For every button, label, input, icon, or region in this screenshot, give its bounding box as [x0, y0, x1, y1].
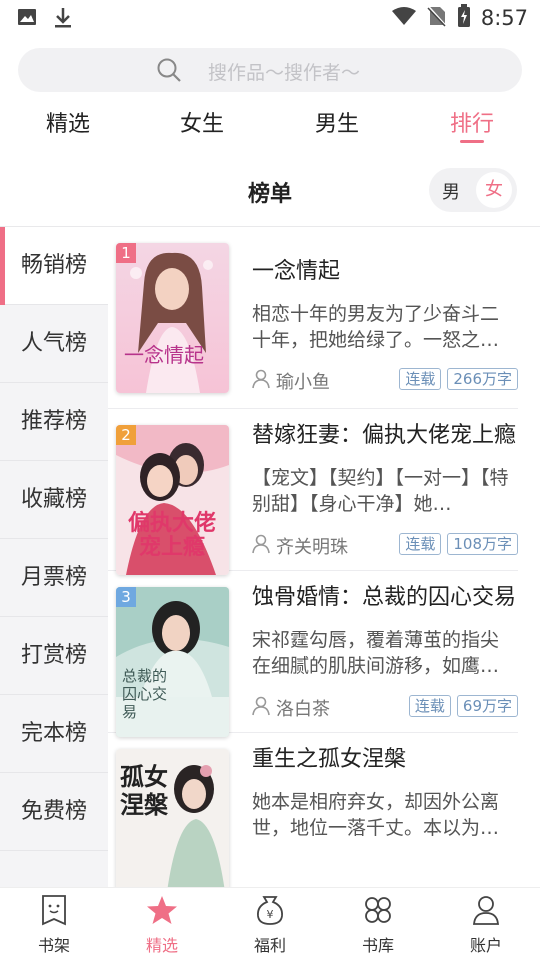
user-icon [252, 369, 270, 394]
search-icon [156, 57, 182, 87]
book-title: 蚀骨婚情：总裁的囚心交易 [252, 585, 517, 610]
tab-male[interactable]: 男生 [297, 106, 377, 138]
nav-welfare[interactable]: ¥ 福利 [230, 894, 310, 956]
money-bag-icon: ¥ [255, 896, 285, 930]
book-cover[interactable]: 1 一念情起 [116, 243, 229, 393]
list-item[interactable]: 1 一念情起 一念情起 相恋十年的男友为了少奋斗二十年，把她给绿了。一怒之… 瑜… [108, 227, 518, 409]
star-icon [146, 896, 178, 930]
gender-female-option[interactable]: 女 [476, 172, 512, 208]
clock: 8:57 [480, 6, 528, 30]
author-name: 齐关明珠 [276, 537, 348, 558]
author-name: 洛白茶 [276, 699, 330, 720]
status-badge: 连载 [399, 533, 442, 555]
rank-badge: 2 [116, 425, 136, 445]
rank-badge: 3 [116, 587, 136, 607]
nav-featured[interactable]: 精选 [122, 894, 202, 956]
download-icon [52, 6, 74, 34]
cover-title: 一念情起 [124, 343, 204, 367]
search-bar[interactable]: 搜作品～搜作者～ [18, 48, 522, 92]
word-count-badge: 108万字 [447, 533, 518, 555]
author-name: 瑜小鱼 [276, 372, 330, 393]
book-description: 【宠文】【契约】【一对一】【特别甜】【身心干净】她… [252, 467, 509, 515]
status-bar: 8:57 [0, 0, 540, 36]
book-cover[interactable]: 3 总裁的囚心交易 [116, 587, 229, 737]
word-count-badge: 69万字 [456, 695, 518, 717]
sidebar-item-popular[interactable]: 人气榜 [0, 305, 108, 383]
book-description: 相恋十年的男友为了少奋斗二十年，把她给绿了。一怒之… [252, 303, 500, 351]
gender-male-option[interactable]: 男 [442, 178, 460, 204]
account-icon [471, 896, 501, 930]
list-item[interactable]: 2 偏执大佬宠上瘾 替嫁狂妻：偏执大佬宠上瘾 【宠文】【契约】【一对一】【特别甜… [108, 409, 518, 575]
book-title: 重生之孤女涅槃 [252, 747, 407, 772]
book-cover[interactable]: 孤女涅槃 [116, 749, 229, 887]
no-sim-icon [427, 5, 447, 31]
sidebar-item-monthly-votes[interactable]: 月票榜 [0, 539, 108, 617]
sidebar-item-tips[interactable]: 打赏榜 [0, 617, 108, 695]
category-tabs: 精选 女生 男生 排行 [0, 100, 540, 144]
book-description: 她本是相府弃女，却因外公离世，地位一落千丈。本以为… [252, 791, 500, 839]
gallery-icon [16, 6, 38, 34]
book-tags: 连载 108万字 [399, 533, 518, 555]
book-list: 1 一念情起 一念情起 相恋十年的男友为了少奋斗二十年，把她给绿了。一怒之… 瑜… [108, 227, 540, 887]
nav-library[interactable]: 书库 [338, 894, 418, 956]
tab-female[interactable]: 女生 [162, 106, 242, 138]
gender-toggle[interactable]: 男 女 [429, 168, 517, 212]
bookshelf-icon [39, 895, 69, 930]
book-author: 齐关明珠 [252, 533, 348, 559]
book-cover[interactable]: 2 偏执大佬宠上瘾 [116, 425, 229, 575]
search-placeholder: 搜作品～搜作者～ [208, 62, 361, 84]
book-description: 宋祁霆勾唇，覆着薄茧的指尖在细腻的肌肤间游移，如鹰… [252, 629, 500, 677]
nav-bookshelf[interactable]: 书架 [14, 894, 94, 956]
list-item[interactable]: 3 总裁的囚心交易 蚀骨婚情：总裁的囚心交易 宋祁霆勾唇，覆着薄茧的指尖在细腻的… [108, 571, 518, 737]
list-item[interactable]: 孤女涅槃 重生之孤女涅槃 她本是相府弃女，却因外公离世，地位一落千丈。本以为… [108, 733, 518, 887]
cover-title: 孤女涅槃 [120, 762, 168, 819]
sidebar-item-favorites[interactable]: 收藏榜 [0, 461, 108, 539]
cover-title: 总裁的囚心交易 [122, 667, 168, 721]
battery-icon [457, 4, 471, 32]
user-icon [252, 696, 270, 721]
nav-account[interactable]: 账户 [446, 894, 526, 956]
tab-featured[interactable]: 精选 [28, 106, 108, 138]
book-author: 瑜小鱼 [252, 368, 330, 394]
book-tags: 连载 69万字 [408, 695, 518, 717]
book-title: 一念情起 [252, 259, 341, 284]
rank-sidebar: 畅销榜 人气榜 推荐榜 收藏榜 月票榜 打赏榜 完本榜 免费榜 [0, 227, 108, 887]
wifi-icon [391, 6, 417, 30]
sidebar-item-recommended[interactable]: 推荐榜 [0, 383, 108, 461]
user-icon [252, 534, 270, 559]
bottom-nav: 书架 精选 ¥ 福利 书库 账户 [0, 887, 540, 960]
word-count-badge: 266万字 [447, 368, 518, 390]
svg-text:¥: ¥ [267, 908, 274, 921]
app-screen: 8:57 搜作品～搜作者～ 精选 女生 男生 排行 榜单 男 女 畅销榜 人气榜… [0, 0, 540, 960]
book-tags: 连载 266万字 [399, 368, 518, 390]
active-tab-indicator [460, 140, 484, 143]
book-author: 洛白茶 [252, 695, 330, 721]
sidebar-item-completed[interactable]: 完本榜 [0, 695, 108, 773]
status-badge: 连载 [399, 368, 442, 390]
sidebar-item-bestseller[interactable]: 畅销榜 [0, 227, 108, 305]
tab-ranking[interactable]: 排行 [432, 106, 512, 143]
book-title: 替嫁狂妻：偏执大佬宠上瘾 [252, 423, 517, 448]
cover-title: 偏执大佬宠上瘾 [127, 510, 216, 560]
sidebar-item-free[interactable]: 免费榜 [0, 773, 108, 851]
rank-badge: 1 [116, 243, 136, 263]
status-badge: 连载 [408, 695, 451, 717]
library-icon [362, 897, 394, 930]
